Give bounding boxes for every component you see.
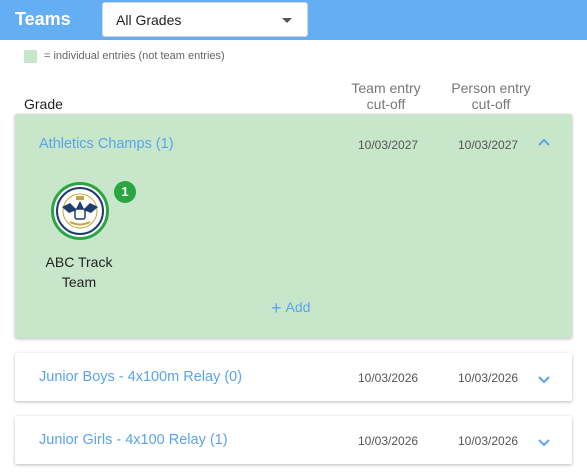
person-cutoff-date: 10/03/2027 xyxy=(458,138,519,152)
person-cutoff-header-line1: Person entry xyxy=(451,80,531,96)
team-cutoff-date: 10/03/2026 xyxy=(358,371,419,385)
legend-swatch xyxy=(24,50,37,63)
page-title: Teams xyxy=(15,9,71,29)
team-cutoff-date: 10/03/2027 xyxy=(358,138,419,152)
person-cutoff-header: Person entry cut-off xyxy=(441,80,541,112)
team-name: ABC Track Team xyxy=(35,252,123,292)
grade-card-junior-girls[interactable]: Junior Girls - 4x100 Relay (1) 10/03/202… xyxy=(15,416,572,464)
entry-count-badge: 1 xyxy=(114,181,136,203)
chevron-up-icon[interactable] xyxy=(536,134,552,150)
grade-column-header: Grade xyxy=(24,96,63,112)
chevron-down-icon[interactable] xyxy=(536,435,552,451)
team-cutoff-header-line1: Team entry xyxy=(351,80,421,96)
team-avatar: 1 xyxy=(51,181,136,240)
add-team-button[interactable]: + Add xyxy=(271,298,310,319)
team-name-line1: ABC Track xyxy=(45,254,113,270)
team-logo xyxy=(56,187,104,235)
team-cutoff-date: 10/03/2026 xyxy=(358,434,419,448)
eagle-crest-icon xyxy=(59,190,101,232)
grade-card-junior-boys[interactable]: Junior Boys - 4x100m Relay (0) 10/03/202… xyxy=(15,353,572,401)
grade-name-link[interactable]: Junior Girls - 4x100 Relay (1) xyxy=(39,432,228,448)
team-name-line2: Team xyxy=(61,274,97,290)
add-label: Add xyxy=(285,299,311,315)
top-bar: Teams All Grades xyxy=(0,0,587,40)
team-cutoff-header-line2: cut-off xyxy=(366,96,406,112)
caret-down-icon xyxy=(282,18,292,23)
person-cutoff-header-line2: cut-off xyxy=(471,96,511,112)
person-cutoff-date: 10/03/2026 xyxy=(458,371,519,385)
chevron-down-icon[interactable] xyxy=(536,372,552,388)
team-cutoff-header: Team entry cut-off xyxy=(341,80,431,112)
grade-card-athletics-champs: Athletics Champs (1) 10/03/2027 10/03/20… xyxy=(15,114,572,338)
grade-filter-select[interactable]: All Grades xyxy=(102,2,308,37)
grade-name-link[interactable]: Athletics Champs (1) xyxy=(39,136,174,152)
person-cutoff-date: 10/03/2026 xyxy=(458,434,519,448)
grade-filter-value: All Grades xyxy=(116,12,182,28)
grade-name-link[interactable]: Junior Boys - 4x100m Relay (0) xyxy=(39,369,242,385)
plus-icon: + xyxy=(271,298,282,318)
legend-text: = individual entries (not team entries) xyxy=(44,50,225,62)
